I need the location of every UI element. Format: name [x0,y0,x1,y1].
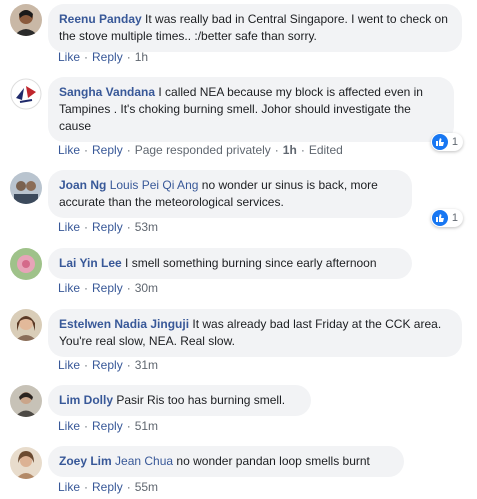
avatar[interactable] [10,447,42,479]
reply-link[interactable]: Reply [92,419,123,433]
avatar[interactable] [10,78,42,110]
tagged-user[interactable]: Louis Pei Qi Ang [110,178,199,192]
commenter-name[interactable]: Reenu Panday [59,12,142,26]
comment-bubble: Joan Ng Louis Pei Qi Ang no wonder ur si… [48,170,412,218]
reply-link[interactable]: Reply [92,480,123,494]
like-link[interactable]: Like [58,281,80,295]
reply-link[interactable]: Reply [92,220,123,234]
comment-bubble: Zoey Lim Jean Chua no wonder pandan loop… [48,446,404,477]
commenter-name[interactable]: Zoey Lim [59,454,112,468]
comment-text: Pasir Ris too has burning smell. [116,393,286,407]
timestamp[interactable]: 30m [135,281,158,295]
commenter-name[interactable]: Lai Yin Lee [59,256,122,270]
like-link[interactable]: Like [58,143,80,157]
reaction-count[interactable]: 1 [430,209,463,227]
comment-actions: Like · Reply · 53m [58,220,159,234]
like-link[interactable]: Like [58,220,80,234]
comment-bubble: Estelwen Nadia Jinguji It was already ba… [48,309,462,357]
reaction-count[interactable]: 1 [430,133,463,151]
timestamp[interactable]: 55m [135,480,158,494]
avatar[interactable] [10,4,42,36]
timestamp[interactable]: 51m [135,419,158,433]
comment-text: I smell something burning since early af… [125,256,377,270]
commenter-name[interactable]: Sangha Vandana [59,85,155,99]
page-responded-note: Page responded privately [134,143,271,157]
timestamp[interactable]: 53m [135,220,158,234]
like-link[interactable]: Like [58,358,80,372]
avatar[interactable] [10,248,42,280]
like-link[interactable]: Like [58,419,80,433]
comment-actions: Like · Reply · Page responded privately · 1h · E… [58,143,343,157]
tagged-user[interactable]: Jean Chua [115,454,173,468]
comment-text: no wonder pandan loop smells burnt [176,454,370,468]
comment-actions: Like · Reply · 1h [58,50,149,64]
reply-link[interactable]: Reply [92,143,123,157]
reply-link[interactable]: Reply [92,50,123,64]
edited-label[interactable]: Edited [309,143,343,157]
comment-bubble: Lai Yin Lee I smell something burning si… [48,248,412,279]
thumbs-up-icon [431,210,448,226]
comment-actions: Like · Reply · 30m [58,281,159,295]
thumbs-up-icon [431,134,448,150]
like-link[interactable]: Like [58,480,80,494]
avatar[interactable] [10,172,42,204]
comment-actions: Like · Reply · 51m [58,419,159,433]
comment-bubble: Lim Dolly Pasir Ris too has burning smel… [48,385,311,416]
comment-actions: Like · Reply · 55m [58,480,159,494]
reaction-number: 1 [451,136,458,148]
timestamp[interactable]: 31m [135,358,158,372]
reply-link[interactable]: Reply [92,358,123,372]
timestamp[interactable]: 1h [135,50,148,64]
commenter-name[interactable]: Estelwen Nadia Jinguji [59,317,189,331]
comment-text: no wonder ur sinus is back, more accurat… [59,178,378,209]
reaction-number: 1 [451,212,458,224]
commenter-name[interactable]: Joan Ng [59,178,106,192]
timestamp[interactable]: 1h [283,143,297,157]
avatar[interactable] [10,309,42,341]
reply-link[interactable]: Reply [92,281,123,295]
commenter-name[interactable]: Lim Dolly [59,393,113,407]
avatar[interactable] [10,385,42,417]
comment-actions: Like · Reply · 31m [58,358,159,372]
comment-bubble: Sangha Vandana I called NEA because my b… [48,77,454,142]
like-link[interactable]: Like [58,50,80,64]
comment-bubble: Reenu Panday It was really bad in Centra… [48,4,462,52]
